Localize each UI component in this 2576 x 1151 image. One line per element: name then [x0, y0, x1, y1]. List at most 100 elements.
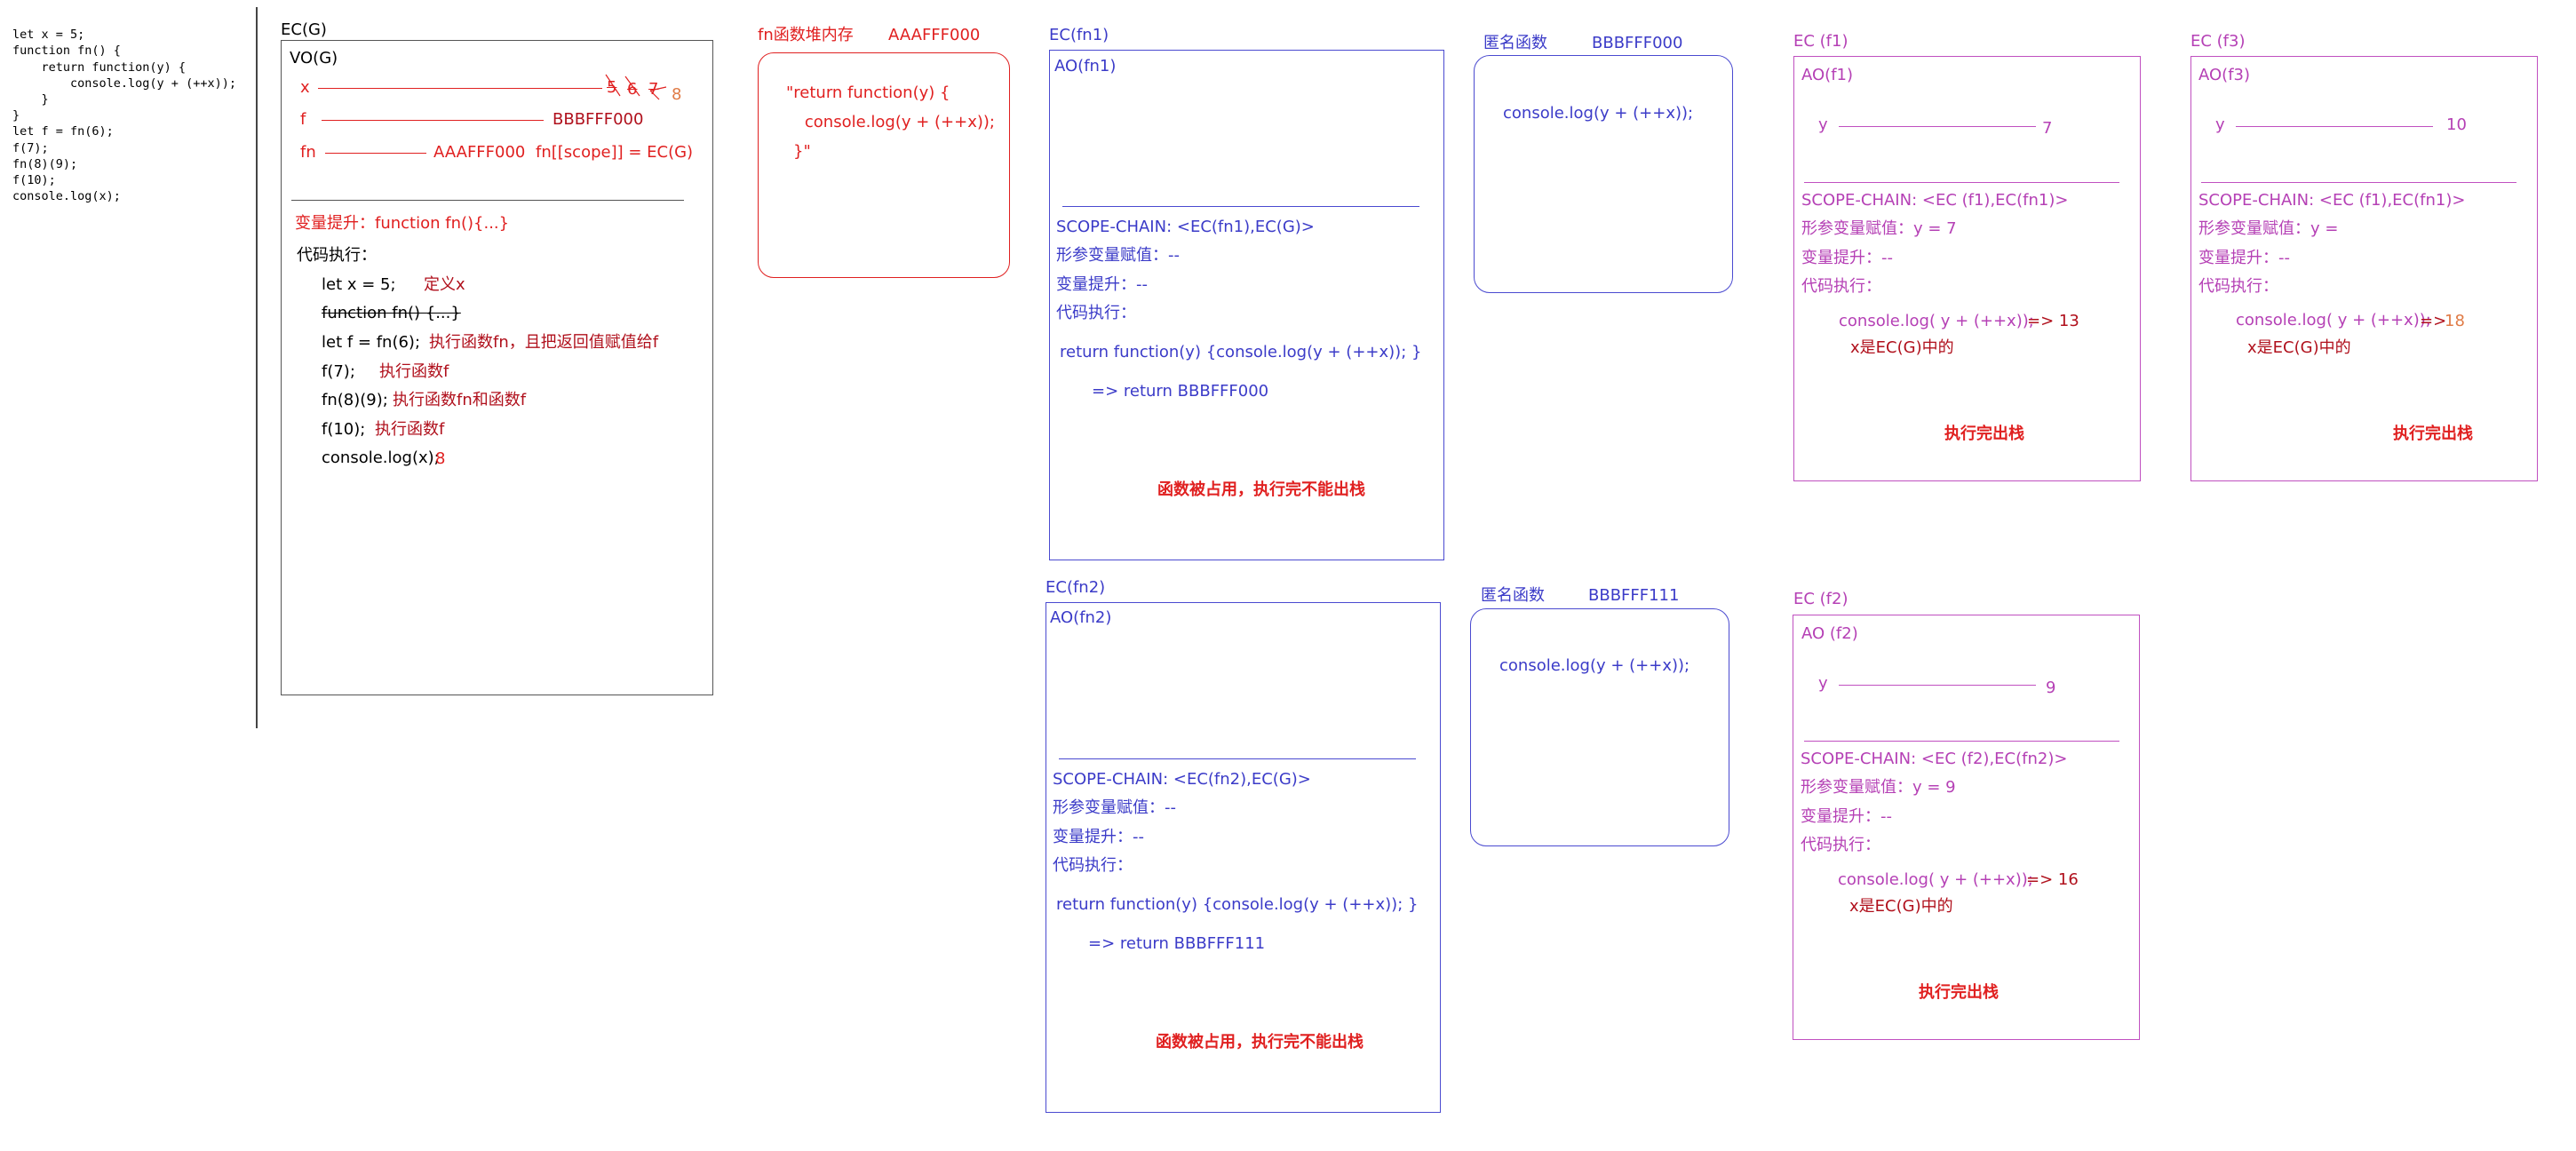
ec-f1-title: EC (f1) — [1793, 32, 1849, 51]
ec-f1-divider — [1804, 182, 2119, 183]
anon2-address: BBBFFF111 — [1588, 586, 1680, 605]
ec-f3-divider — [2201, 182, 2516, 183]
heap-fn-code-line: }" — [793, 142, 811, 161]
source-code: let x = 5; function fn() { return functio… — [12, 11, 236, 221]
anon1-title: 匿名函数 — [1483, 34, 1547, 52]
ecg-exec-note: 执行函数f — [375, 420, 445, 439]
ec-f2-hoisting: 变量提升：-- — [1801, 807, 1892, 826]
ec-f2-exec: 代码执行： — [1801, 836, 1880, 854]
ec-f2-ao: AO (f2) — [1801, 624, 1858, 643]
ecg-exec-line: f(7); — [322, 362, 355, 381]
code-line: function fn() { — [12, 44, 121, 59]
code-line: return function(y) { — [12, 60, 187, 75]
anon2-box — [1470, 608, 1729, 846]
ec-f2-title: EC (f2) — [1793, 590, 1849, 608]
ec-f1-y-label: y — [1818, 115, 1828, 134]
ec-f2-y-pointer-line — [1839, 685, 2036, 686]
var-f-label: f — [300, 110, 306, 129]
ecg-exec-note: 执行函数fn和函数f — [393, 391, 527, 409]
code-line: fn(8)(9); — [12, 156, 78, 171]
ec-f2-params: 形参变量赋值：y = 9 — [1801, 778, 1956, 797]
ec-f3-ao: AO(f3) — [2198, 66, 2250, 84]
ec-fn1-title: EC(fn1) — [1049, 26, 1109, 44]
ec-fn2-return-result: => return BBBFFF111 — [1088, 934, 1266, 953]
ec-f1-log-result: => 13 — [2027, 312, 2079, 330]
ec-f3-log-code: console.log( y + (++x)); — [2236, 311, 2431, 329]
ecg-exec-line: fn(8)(9); — [322, 391, 388, 409]
ec-f2-x-note: x是EC(G)中的 — [1849, 897, 1953, 916]
ec-f2-y-value: 9 — [2046, 679, 2056, 697]
ecg-exec-line: let x = 5; — [322, 275, 396, 294]
fn-value: AAAFFF000 — [433, 143, 526, 162]
ec-f1-x-note: x是EC(G)中的 — [1850, 338, 1954, 357]
ec-f1-log-code: console.log( y + (++x)); — [1839, 312, 2034, 330]
ec-f1-box — [1793, 56, 2141, 481]
ec-f2-log-result: => 16 — [2026, 870, 2079, 889]
var-fn-pointer-line — [325, 153, 426, 154]
anon2-title: 匿名函数 — [1481, 586, 1545, 605]
ec-f3-exec: 代码执行： — [2198, 277, 2278, 296]
ecg-exec-line: f(10); — [322, 420, 366, 439]
anon1-address: BBBFFF000 — [1592, 34, 1683, 52]
ec-f1-hoisting: 变量提升：-- — [1801, 249, 1893, 267]
ec-f2-box — [1793, 615, 2140, 1040]
ec-fn1-return-result: => return BBBFFF000 — [1092, 382, 1269, 401]
ec-fn1-params: 形参变量赋值：-- — [1056, 246, 1180, 265]
ec-f3-scope-chain: SCOPE-CHAIN: <EC (f1),EC(fn1)> — [2198, 191, 2466, 210]
ecg-exec-title: 代码执行： — [297, 246, 377, 265]
heap-fn-title: fn函数堆内存 — [758, 26, 854, 44]
ecg-divider — [291, 200, 684, 201]
ec-f3-title: EC (f3) — [2190, 32, 2246, 51]
var-x-label: x — [300, 78, 310, 97]
code-line: let f = fn(6); — [12, 124, 114, 139]
ec-fn2-ao: AO(fn2) — [1050, 608, 1112, 627]
ec-f3-y-value: 10 — [2446, 115, 2467, 134]
ec-f3-hoisting: 变量提升：-- — [2198, 249, 2290, 267]
var-fn-label: fn — [300, 143, 316, 162]
ec-f3-x-note: x是EC(G)中的 — [2247, 338, 2351, 357]
ec-f1-params: 形参变量赋值：y = 7 — [1801, 219, 1957, 238]
ec-fn2-note: 函数被占用，执行完不能出栈 — [1156, 1033, 1364, 1052]
f-value: BBBFFF000 — [553, 110, 644, 129]
ec-fn1-scope-chain: SCOPE-CHAIN: <EC(fn1),EC(G)> — [1056, 218, 1315, 236]
vo-label: VO(G) — [290, 49, 338, 67]
ec-fn1-note: 函数被占用，执行完不能出栈 — [1157, 480, 1365, 499]
ec-f2-log-code: console.log( y + (++x)); — [1838, 870, 2033, 889]
ec-f3-log-arrow: => — [2420, 312, 2447, 330]
ec-f2-divider — [1804, 741, 2119, 742]
anon2-code: console.log(y + (++x)); — [1499, 656, 1690, 675]
ec-fn2-scope-chain: SCOPE-CHAIN: <EC(fn2),EC(G)> — [1053, 770, 1311, 789]
ec-fn2-exec: 代码执行： — [1053, 856, 1133, 875]
ec-f2-y-label: y — [1818, 674, 1828, 693]
ec-f3-done: 执行完出栈 — [2393, 425, 2473, 443]
heap-fn-code-line: console.log(y + (++x)); — [784, 113, 995, 131]
ec-f3-y-pointer-line — [2236, 126, 2433, 127]
ec-f3-params: 形参变量赋值：y = — [2198, 219, 2339, 238]
code-line: f(10); — [12, 173, 56, 188]
code-line: } — [12, 92, 49, 107]
ec-fn1-return-code: return function(y) {console.log(y + (++x… — [1060, 343, 1422, 361]
ec-f1-ao: AO(f1) — [1801, 66, 1853, 84]
ec-fn1-divider — [1062, 206, 1419, 207]
ec-f2-done: 执行完出栈 — [1919, 983, 1999, 1002]
var-f-pointer-line — [322, 120, 544, 121]
ec-fn2-hoisting: 变量提升：-- — [1053, 828, 1144, 846]
ec-f1-done: 执行完出栈 — [1944, 425, 2024, 443]
ec-fn1-exec: 代码执行： — [1056, 304, 1136, 322]
ecg-exec-note: 8 — [435, 449, 446, 468]
code-line: console.log(x); — [12, 189, 121, 204]
code-line: } — [12, 108, 20, 123]
fn-scope: fn[[scope]] = EC(G) — [536, 143, 694, 162]
var-x-pointer-line — [318, 88, 602, 89]
anon1-box — [1474, 55, 1733, 293]
ec-f1-exec: 代码执行： — [1801, 277, 1881, 296]
ecg-exec-line: console.log(x); — [322, 448, 440, 467]
ec-fn2-params: 形参变量赋值：-- — [1053, 798, 1176, 817]
code-line: let x = 5; — [12, 28, 85, 43]
ec-fn2-title: EC(fn2) — [1046, 578, 1106, 597]
code-line: f(7); — [12, 140, 49, 155]
ec-fn2-return-code: return function(y) {console.log(y + (++x… — [1056, 895, 1419, 914]
ecg-title: EC(G) — [281, 20, 327, 39]
ec-f1-y-pointer-line — [1839, 126, 2036, 127]
code-line: console.log(y + (++x)); — [12, 75, 236, 91]
